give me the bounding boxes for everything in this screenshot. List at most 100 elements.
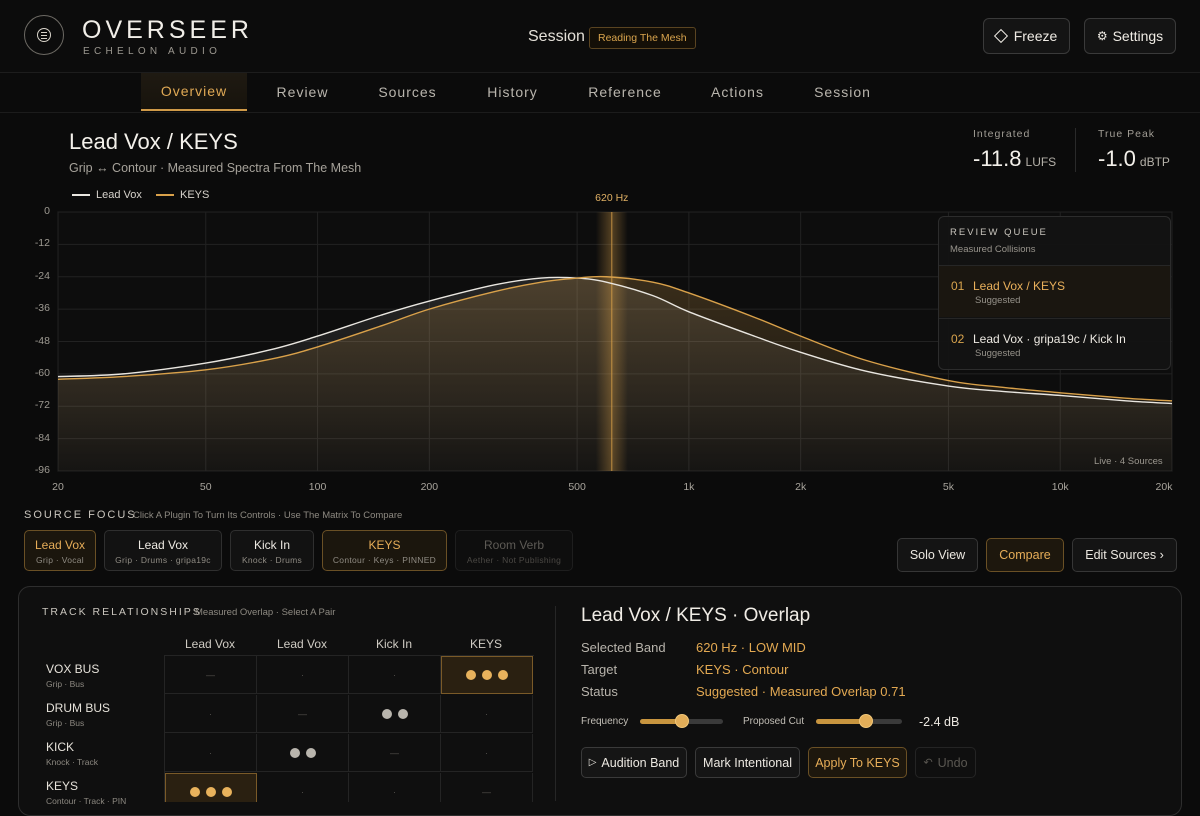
- integrated-metric: -11.8 LUFS: [973, 146, 1056, 172]
- slider-knob[interactable]: [858, 714, 873, 728]
- brand-name: OVERSEER: [82, 16, 253, 44]
- overlap-matrix: — · · · — · · — · · · —: [164, 655, 534, 802]
- settings-button[interactable]: ⚙ Settings: [1084, 18, 1176, 54]
- review-queue-subtitle: Measured Collisions: [950, 244, 1036, 255]
- track-relationships-title: TRACK RELATIONSHIPS: [42, 606, 202, 618]
- matrix-cell-selected[interactable]: [165, 773, 257, 802]
- frequency-label: Frequency: [581, 716, 629, 727]
- matrix-cell[interactable]: [349, 695, 441, 733]
- source-meta: Contour · Keys · PINNED: [332, 555, 437, 565]
- x-tick-label: 10k: [1051, 481, 1069, 493]
- truepeak-value: -1.0: [1098, 146, 1136, 171]
- queue-item-name: Lead Vox · gripa19c / Kick In: [973, 332, 1126, 346]
- apply-to-keys-button[interactable]: Apply To KEYS: [808, 747, 907, 778]
- source-chip-lead-vox[interactable]: Lead Vox Grip · Vocal: [24, 530, 96, 571]
- proposed-cut-slider[interactable]: [816, 714, 902, 728]
- y-tick-label: -96: [34, 464, 50, 476]
- x-tick-label: 200: [420, 481, 439, 493]
- x-tick-label: 2k: [795, 481, 807, 493]
- frequency-marker: [595, 212, 628, 471]
- matrix-cell[interactable]: —: [165, 656, 257, 694]
- diamond-icon: [993, 28, 1008, 44]
- row-name: KICK: [46, 740, 75, 754]
- logo-icon: [24, 15, 64, 55]
- review-queue-panel: REVIEW QUEUE Measured Collisions 01 Lead…: [938, 216, 1171, 370]
- tab-reference[interactable]: Reference: [575, 73, 675, 111]
- source-focus-title: SOURCE FOCUS: [24, 509, 137, 521]
- metric-divider: [1075, 128, 1076, 172]
- source-meta: Grip · Drums · gripa19c: [115, 555, 211, 565]
- source-chip-room-verb[interactable]: Room Verb Aether · Not Publishing: [455, 530, 573, 571]
- tab-review[interactable]: Review: [255, 73, 350, 111]
- audition-band-button[interactable]: ▷ Audition Band: [581, 747, 687, 778]
- source-chip-lead-vox-drums[interactable]: Lead Vox Grip · Drums · gripa19c: [104, 530, 222, 571]
- selected-band-label: Selected Band: [581, 640, 666, 655]
- tab-sources[interactable]: Sources: [360, 73, 455, 111]
- matrix-cell[interactable]: ·: [257, 773, 349, 802]
- queue-item-status: Suggested: [975, 295, 1021, 306]
- frequency-slider[interactable]: [640, 714, 723, 728]
- row-name: VOX BUS: [46, 662, 100, 676]
- tab-overview[interactable]: Overview: [141, 73, 247, 111]
- solo-view-button[interactable]: Solo View: [897, 538, 978, 572]
- panel-divider: [555, 606, 556, 801]
- compare-button[interactable]: Compare: [986, 538, 1064, 572]
- review-queue-item[interactable]: 01 Lead Vox / KEYS Suggested: [939, 265, 1170, 317]
- tab-session[interactable]: Session: [795, 73, 890, 111]
- tab-history[interactable]: History: [465, 73, 560, 111]
- matrix-cell[interactable]: [257, 734, 349, 772]
- undo-label: Undo: [937, 755, 968, 770]
- x-tick-label: 500: [568, 481, 586, 493]
- row-meta: Grip · Bus: [46, 679, 85, 689]
- gear-icon: ⚙: [1096, 29, 1108, 43]
- matrix-cell[interactable]: ·: [441, 734, 533, 772]
- slider-knob[interactable]: [674, 714, 689, 728]
- matrix-cell-selected[interactable]: [441, 656, 533, 694]
- tab-actions[interactable]: Actions: [690, 73, 785, 111]
- matrix-cell[interactable]: —: [257, 695, 349, 733]
- live-status: Live · 4 Sources: [1094, 456, 1163, 467]
- review-queue-item[interactable]: 02 Lead Vox · gripa19c / Kick In Suggest…: [939, 318, 1170, 369]
- row-name: KEYS: [46, 779, 79, 793]
- matrix-cell[interactable]: ·: [165, 734, 257, 772]
- matrix-cell[interactable]: ·: [257, 656, 349, 694]
- matrix-cell[interactable]: ·: [349, 773, 441, 802]
- freeze-button[interactable]: Freeze: [983, 18, 1070, 54]
- y-tick-label: -12: [34, 237, 50, 250]
- x-tick-label: 100: [308, 481, 327, 493]
- review-queue-title: REVIEW QUEUE: [950, 227, 1048, 238]
- source-chip-kick-in[interactable]: Kick In Knock · Drums: [230, 530, 314, 571]
- queue-item-number: 01: [951, 279, 965, 293]
- source-chip-keys[interactable]: KEYS Contour · Keys · PINNED: [322, 530, 447, 571]
- edit-sources-button[interactable]: Edit Sources ›: [1072, 538, 1177, 572]
- x-tick-label: 20k: [1155, 481, 1173, 493]
- matrix-cell[interactable]: ·: [441, 695, 533, 733]
- matrix-column-header: Kick In: [375, 637, 412, 651]
- truepeak-unit: dBTP: [1139, 155, 1170, 169]
- integrated-value: -11.8: [973, 146, 1022, 171]
- truepeak-metric: -1.0 dBTP: [1098, 146, 1170, 172]
- source-name: KEYS: [368, 538, 401, 552]
- undo-button[interactable]: ↶ Undo: [915, 747, 976, 778]
- page-title: Lead Vox / KEYS: [69, 129, 238, 154]
- x-tick-label: 50: [199, 481, 212, 493]
- y-tick-label: -48: [34, 334, 50, 347]
- matrix-cell[interactable]: ·: [349, 656, 441, 694]
- status-value: Suggested · Measured Overlap 0.71: [696, 684, 906, 699]
- mark-intentional-button[interactable]: Mark Intentional: [695, 747, 800, 778]
- source-meta: Knock · Drums: [241, 555, 303, 565]
- matrix-row-header: KEYS Contour · Track · PIN: [46, 779, 126, 806]
- matrix-cell[interactable]: —: [441, 773, 533, 802]
- y-tick-label: -84: [34, 431, 50, 444]
- row-meta: Grip · Bus: [46, 718, 85, 728]
- matrix-cell[interactable]: ·: [165, 695, 257, 733]
- session-name-badge[interactable]: Reading The Mesh: [589, 27, 696, 49]
- session-label: Session: [528, 28, 585, 45]
- source-name: Room Verb: [483, 538, 545, 552]
- row-meta: Contour · Track · PIN: [46, 796, 127, 806]
- source-name: Kick In: [253, 538, 290, 552]
- y-tick-label: 0: [44, 205, 50, 217]
- status-label: Status: [581, 684, 618, 699]
- row-meta: Knock · Track: [46, 757, 98, 767]
- matrix-cell[interactable]: —: [349, 734, 441, 772]
